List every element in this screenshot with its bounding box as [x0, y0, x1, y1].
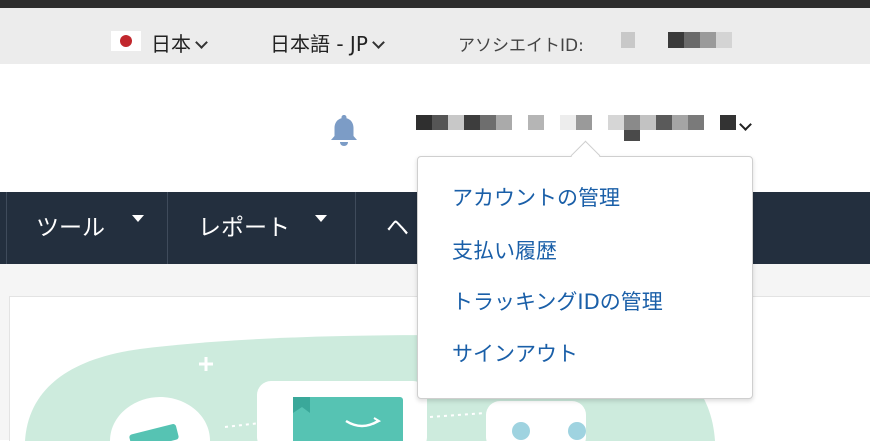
nav-divider — [6, 192, 7, 264]
bell-icon[interactable] — [328, 113, 360, 147]
nav-item-reports[interactable]: レポート — [198, 192, 328, 264]
japan-flag-icon — [111, 31, 141, 51]
chevron-down-icon — [372, 36, 385, 49]
account-dropdown-menu: アカウントの管理 支払い履歴 トラッキングIDの管理 サインアウト — [417, 156, 753, 399]
country-selector[interactable]: 日本 — [151, 31, 208, 57]
nav-item-label: ヘ — [386, 215, 409, 241]
nav-item-label: レポート — [198, 215, 290, 241]
menu-item-manage-tracking-id[interactable]: トラッキングIDの管理 — [452, 288, 663, 316]
window-top-strip — [0, 0, 870, 8]
chevron-down-icon — [195, 36, 208, 49]
caret-down-icon — [315, 215, 328, 222]
nav-item-help[interactable]: ヘ — [386, 192, 409, 264]
nav-item-label: ツール — [36, 215, 105, 241]
menu-item-payment-history[interactable]: 支払い履歴 — [452, 237, 557, 265]
associate-id-label: アソシエイトID: — [458, 36, 584, 56]
nav-divider — [355, 192, 356, 264]
menu-item-sign-out[interactable]: サインアウト — [452, 340, 578, 368]
language-label: 日本語 - JP — [270, 32, 368, 56]
country-label: 日本 — [151, 32, 191, 56]
locale-bar: 日本 日本語 - JP アソシエイトID: — [0, 8, 870, 64]
nav-divider — [167, 192, 168, 264]
caret-down-icon — [132, 215, 145, 222]
menu-item-manage-account[interactable]: アカウントの管理 — [452, 184, 620, 212]
language-selector[interactable]: 日本語 - JP — [270, 31, 385, 57]
nav-item-tools[interactable]: ツール — [36, 192, 145, 264]
